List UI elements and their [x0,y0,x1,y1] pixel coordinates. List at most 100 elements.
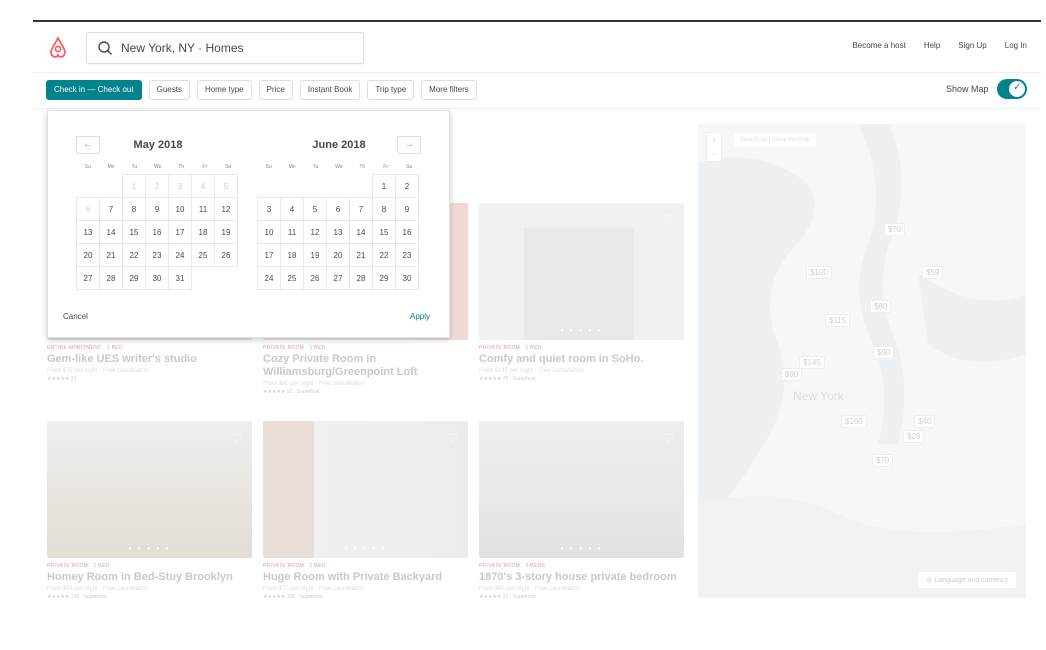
calendar-day[interactable]: 20 [326,243,350,267]
calendar-day[interactable]: 25 [280,266,304,290]
calendar-day[interactable]: 18 [191,220,215,244]
log-in-link[interactable]: Log In [1005,41,1027,50]
calendar-day[interactable]: 14 [349,220,373,244]
map-price-pin[interactable]: $115 [825,314,851,327]
calendar-day[interactable]: 6 [326,197,350,221]
calendar-day[interactable]: 7 [99,197,123,221]
calendar-day[interactable]: 7 [349,197,373,221]
calendar-day[interactable]: 8 [122,197,146,221]
calendar-day[interactable]: 3 [257,197,281,221]
listing-photo[interactable]: ♡ ● ● ● ● ● [263,421,468,558]
map-price-pin[interactable]: $29 [903,430,925,443]
calendar-day[interactable]: 11 [191,197,215,221]
map-price-pin[interactable]: $70 [884,223,906,236]
calendar-day[interactable]: 27 [326,266,350,290]
calendar-day[interactable]: 13 [76,220,100,244]
calendar-day[interactable]: 16 [395,220,419,244]
map[interactable]: + − Search as I move the map New York $7… [698,124,1026,598]
calendar-day[interactable]: 8 [372,197,396,221]
calendar-day[interactable]: 15 [122,220,146,244]
calendar-day[interactable]: 10 [168,197,192,221]
calendar-day[interactable]: 11 [280,220,304,244]
calendar-day[interactable]: 24 [168,243,192,267]
zoom-in-icon[interactable]: + [707,133,721,147]
calendar-day[interactable]: 22 [372,243,396,267]
listing-title[interactable]: Homey Room in Bed-Stuy Brooklyn [47,571,252,584]
map-price-pin[interactable]: $100 [806,266,832,279]
heart-icon[interactable]: ♡ [447,431,458,445]
calendar-day[interactable]: 24 [257,266,281,290]
map-price-pin[interactable]: $160 [841,415,867,428]
calendar-day[interactable]: 9 [395,197,419,221]
calendar-day[interactable]: 27 [76,266,100,290]
calendar-day[interactable]: 13 [326,220,350,244]
listing-title[interactable]: Gem-like UES writer's studio [47,353,252,366]
calendar-day[interactable]: 22 [122,243,146,267]
map-price-pin[interactable]: $59 [922,266,944,279]
calendar-day[interactable]: 21 [349,243,373,267]
cancel-button[interactable]: Cancel [63,312,88,321]
calendar-day[interactable]: 4 [280,197,304,221]
listing-photo[interactable]: ♡ ● ● ● ● ● [479,421,684,558]
show-map-toggle[interactable]: ✓ [997,79,1027,99]
language-currency-button[interactable]: ◎ Language and currency [918,572,1016,588]
listing-card[interactable]: ♡ ● ● ● ● ● PRIVATE ROOM · 1 BED Huge Ro… [263,421,468,600]
apply-button[interactable]: Apply [410,312,430,321]
map-price-pin[interactable]: $90 [781,368,803,381]
search-as-move-checkbox[interactable]: Search as I move the map [734,134,817,146]
calendar-day[interactable]: 18 [280,243,304,267]
listing-card[interactable]: ♡ ● ● ● ● ● PRIVATE ROOM · 2 BEDS 1870's… [479,421,684,600]
map-price-pin[interactable]: $145 [799,356,825,369]
calendar-day[interactable]: 30 [395,266,419,290]
listing-photo[interactable]: ♡ ● ● ● ● ● [47,421,252,558]
filter-dates-button[interactable]: Check in — Check out [46,80,142,100]
calendar-day[interactable]: 12 [303,220,327,244]
calendar-day[interactable]: 17 [257,243,281,267]
calendar-day[interactable]: 31 [168,266,192,290]
calendar-day[interactable]: 26 [303,266,327,290]
listing-card[interactable]: ♡ ● ● ● ● ● PRIVATE ROOM · 1 BED Homey R… [47,421,252,600]
listing-card[interactable]: ♡ ● ● ● ● ● PRIVATE ROOM · 1 BED Comfy a… [479,203,684,382]
calendar-day[interactable]: 26 [214,243,238,267]
listing-title[interactable]: Huge Room with Private Backyard [263,571,468,584]
calendar-day[interactable]: 19 [303,243,327,267]
map-price-pin[interactable]: $80 [870,300,892,313]
help-link[interactable]: Help [924,41,940,50]
calendar-day[interactable]: 12 [214,197,238,221]
filter-trip-type-button[interactable]: Trip type [367,80,415,100]
calendar-day[interactable]: 16 [145,220,169,244]
listing-title[interactable]: Cozy Private Room in Williamsburg/Greenp… [263,353,468,379]
map-price-pin[interactable]: $70 [872,454,894,467]
become-host-link[interactable]: Become a host [852,41,905,50]
filter-guests-button[interactable]: Guests [148,80,190,100]
calendar-day[interactable]: 23 [145,243,169,267]
heart-icon[interactable]: ♡ [231,431,242,445]
calendar-day[interactable]: 9 [145,197,169,221]
filter-price-button[interactable]: Price [258,80,293,100]
heart-icon[interactable]: ♡ [663,213,674,227]
calendar-day[interactable]: 15 [372,220,396,244]
calendar-day[interactable]: 2 [395,174,419,198]
calendar-day[interactable]: 14 [99,220,123,244]
heart-icon[interactable]: ♡ [663,431,674,445]
sign-up-link[interactable]: Sign Up [958,41,986,50]
calendar-day[interactable]: 20 [76,243,100,267]
filter-home-type-button[interactable]: Home type [196,80,252,100]
airbnb-logo-icon[interactable] [47,35,69,59]
search-box[interactable]: New York, NY · Homes [86,32,364,64]
listing-title[interactable]: Comfy and quiet room in SoHo. [479,353,684,366]
calendar-day[interactable]: 23 [395,243,419,267]
zoom-out-icon[interactable]: − [707,147,721,161]
calendar-day[interactable]: 28 [349,266,373,290]
listing-photo[interactable]: ♡ ● ● ● ● ● [479,203,684,340]
filter-more-filters-button[interactable]: More filters [421,80,477,100]
map-price-pin[interactable]: $40 [914,415,936,428]
calendar-day[interactable]: 29 [372,266,396,290]
calendar-day[interactable]: 17 [168,220,192,244]
map-price-pin[interactable]: $90 [873,346,895,359]
search-input[interactable]: New York, NY · Homes [121,41,244,55]
calendar-day[interactable]: 28 [99,266,123,290]
calendar-day[interactable]: 10 [257,220,281,244]
calendar-day[interactable]: 5 [303,197,327,221]
calendar-day[interactable]: 30 [145,266,169,290]
